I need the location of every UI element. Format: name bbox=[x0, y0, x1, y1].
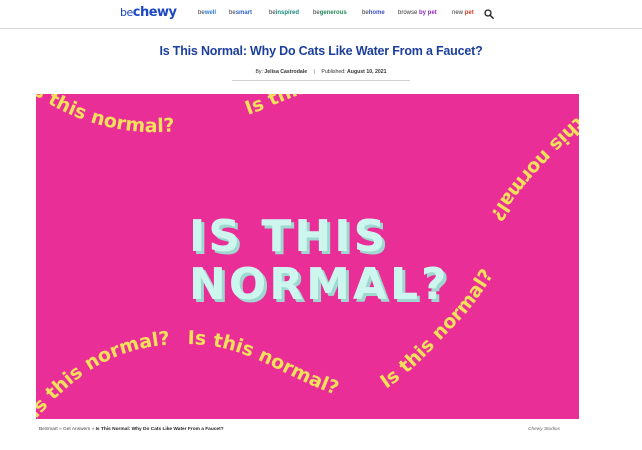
breadcrumb-separator: » bbox=[91, 427, 95, 432]
nav-item-besmart[interactable]: besmart bbox=[229, 10, 252, 16]
nav-item-bewell[interactable]: bewell bbox=[198, 10, 216, 16]
hero-artwork: Is this normal? Is this normal? Is this … bbox=[36, 94, 579, 419]
article-byline: By: Jelisa Castrodale | Published: Augus… bbox=[0, 69, 642, 75]
breadcrumb-separator: » bbox=[59, 427, 62, 432]
nav-item-behome[interactable]: behome bbox=[362, 10, 385, 16]
wave-text-top-left: Is this normal? bbox=[36, 94, 175, 137]
wave-text-bottom-left: Is this normal? bbox=[36, 328, 171, 419]
nav-item-begenerous[interactable]: begenerous bbox=[313, 10, 347, 16]
headline-line1: IS THIS bbox=[189, 211, 388, 262]
wave-text-right-upper: Is this normal? bbox=[486, 95, 579, 224]
wave-text-top-mid: Is this normal? bbox=[242, 94, 402, 120]
nav-item-beinspired[interactable]: beinspired bbox=[269, 10, 299, 16]
byline-separator: | bbox=[313, 69, 315, 75]
hero-image: Is this normal? Is this normal? Is this … bbox=[36, 94, 579, 419]
article-title: Is This Normal: Why Do Cats Like Water F… bbox=[159, 44, 483, 58]
nav-item-browse-by-pet[interactable]: browse by pet bbox=[398, 10, 437, 16]
breadcrumb: BeSmart » Get Answers » Is This Normal: … bbox=[39, 427, 224, 432]
headline-line2: NORMAL? bbox=[189, 259, 450, 310]
site-header: bechewy bewell besmart beinspired begene… bbox=[0, 0, 642, 29]
by-label: By: bbox=[255, 69, 263, 75]
nav-item-new-pet[interactable]: new pet bbox=[452, 10, 474, 16]
author-link[interactable]: Jelisa Castrodale bbox=[264, 69, 307, 75]
main-nav: bewell besmart beinspired begenerous beh… bbox=[0, 10, 642, 20]
published-date: August 10, 2021 bbox=[347, 69, 387, 75]
published-label: Published: bbox=[321, 69, 346, 75]
wave-text-bottom-mid: Is this normal? bbox=[187, 327, 341, 400]
image-credit: Chewy Studios bbox=[528, 427, 560, 432]
search-icon[interactable] bbox=[484, 9, 494, 19]
byline-divider bbox=[232, 80, 410, 81]
breadcrumb-item-get-answers[interactable]: Get Answers bbox=[63, 427, 90, 432]
breadcrumb-item-besmart[interactable]: BeSmart bbox=[39, 427, 58, 432]
breadcrumb-current: Is This Normal: Why Do Cats Like Water F… bbox=[95, 427, 224, 432]
